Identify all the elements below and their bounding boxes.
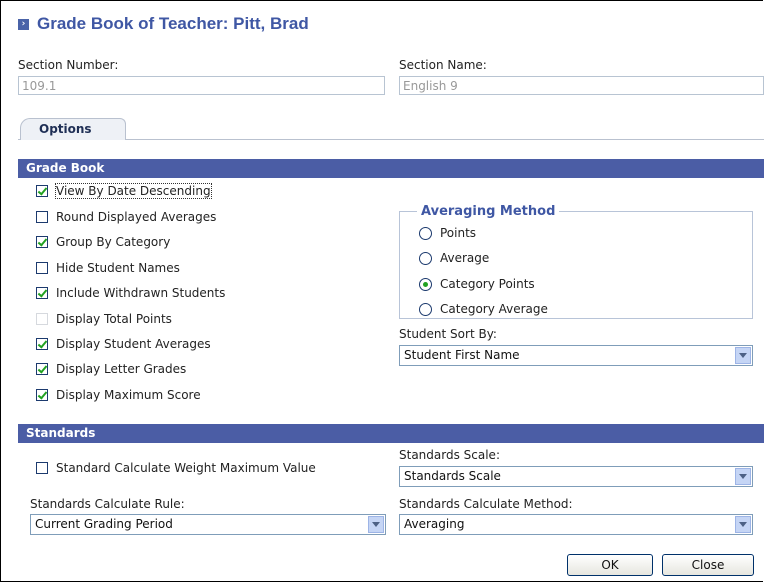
averaging-option-radio[interactable] bbox=[419, 302, 432, 316]
averaging-option-radio[interactable] bbox=[419, 251, 432, 265]
averaging-option-label: Points bbox=[440, 226, 477, 240]
averaging-option[interactable]: Category Average bbox=[419, 301, 548, 317]
gradebook-option-label: Round Displayed Averages bbox=[56, 210, 217, 224]
student-sort-value: Student First Name bbox=[404, 348, 520, 362]
standards-method-select[interactable]: Averaging bbox=[399, 514, 753, 535]
standards-method-value: Averaging bbox=[404, 517, 465, 531]
gradebook-option-checkbox[interactable] bbox=[36, 262, 48, 274]
chevron-down-icon[interactable] bbox=[368, 516, 384, 533]
standards-scale-select[interactable]: Standards Scale bbox=[399, 466, 753, 487]
averaging-option-radio[interactable] bbox=[419, 226, 432, 240]
gradebook-option[interactable]: Group By Category bbox=[36, 234, 170, 250]
chevron-down-icon[interactable] bbox=[735, 347, 751, 364]
averaging-method-legend: Averaging Method bbox=[421, 204, 556, 219]
averaging-option-label: Average bbox=[440, 251, 490, 265]
standards-section-header: Standards bbox=[18, 424, 764, 443]
gradebook-option-checkbox[interactable] bbox=[36, 185, 48, 197]
standards-rule-select[interactable]: Current Grading Period bbox=[30, 514, 386, 535]
chevron-down-icon[interactable] bbox=[735, 468, 751, 485]
section-name-label: Section Name: bbox=[399, 58, 487, 72]
averaging-option-label: Category Average bbox=[440, 302, 548, 316]
gradebook-option[interactable]: Display Student Averages bbox=[36, 336, 211, 352]
standards-scale-value: Standards Scale bbox=[404, 469, 501, 483]
gradebook-option-label: Display Total Points bbox=[56, 312, 172, 326]
averaging-option-label: Category Points bbox=[440, 277, 535, 291]
standards-method-label: Standards Calculate Method: bbox=[399, 497, 573, 511]
gradebook-option-checkbox[interactable] bbox=[36, 389, 48, 401]
section-number-label: Section Number: bbox=[18, 58, 119, 72]
section-name-field[interactable]: English 9 bbox=[399, 76, 764, 95]
gradebook-option-checkbox[interactable] bbox=[36, 363, 48, 375]
tab-strip-line bbox=[18, 139, 764, 140]
gradebook-option[interactable]: View By Date Descending bbox=[36, 183, 212, 199]
student-sort-label: Student Sort By: bbox=[399, 327, 497, 341]
page-title: Grade Book of Teacher: Pitt, Brad bbox=[37, 14, 309, 33]
gradebook-option-label: View By Date Descending bbox=[55, 183, 212, 199]
standard-weight-label: Standard Calculate Weight Maximum Value bbox=[56, 461, 316, 475]
ok-button[interactable]: OK bbox=[567, 554, 653, 576]
gradebook-option[interactable]: Display Letter Grades bbox=[36, 361, 186, 377]
gradebook-section-header: Grade Book bbox=[18, 159, 764, 178]
gradebook-option-label: Group By Category bbox=[56, 235, 171, 249]
gradebook-option-label: Display Letter Grades bbox=[56, 362, 187, 376]
averaging-option-radio[interactable] bbox=[419, 277, 432, 291]
gradebook-option[interactable]: Hide Student Names bbox=[36, 260, 180, 276]
gradebook-option[interactable]: Include Withdrawn Students bbox=[36, 285, 225, 301]
gradebook-option-checkbox[interactable] bbox=[36, 211, 48, 223]
tab-options[interactable]: Options bbox=[20, 118, 126, 140]
standards-scale-label: Standards Scale: bbox=[399, 448, 500, 462]
student-sort-select[interactable]: Student First Name bbox=[399, 345, 753, 366]
averaging-option[interactable]: Points bbox=[419, 225, 476, 241]
gradebook-option-checkbox[interactable] bbox=[36, 236, 48, 248]
close-button[interactable]: Close bbox=[662, 554, 754, 576]
chevron-down-icon[interactable] bbox=[735, 516, 751, 533]
collapse-arrow-icon[interactable]: › bbox=[18, 18, 29, 30]
averaging-option[interactable]: Average bbox=[419, 250, 489, 266]
gradebook-option[interactable]: Round Displayed Averages bbox=[36, 209, 216, 225]
gradebook-option[interactable]: Display Total Points bbox=[36, 311, 172, 327]
standard-weight-option[interactable]: Standard Calculate Weight Maximum Value bbox=[36, 460, 316, 476]
gradebook-option-checkbox[interactable] bbox=[36, 287, 48, 299]
gradebook-option-label: Display Maximum Score bbox=[56, 388, 201, 402]
gradebook-option-checkbox bbox=[36, 313, 48, 325]
standards-rule-value: Current Grading Period bbox=[35, 517, 173, 531]
standard-weight-checkbox[interactable] bbox=[36, 462, 48, 474]
gradebook-option-label: Display Student Averages bbox=[56, 337, 211, 351]
section-number-field[interactable]: 109.1 bbox=[18, 76, 385, 95]
gradebook-option-checkbox[interactable] bbox=[36, 338, 48, 350]
standards-rule-label: Standards Calculate Rule: bbox=[30, 497, 185, 511]
gradebook-option-label: Hide Student Names bbox=[56, 261, 180, 275]
gradebook-option[interactable]: Display Maximum Score bbox=[36, 387, 201, 403]
dialog-title: › Grade Book of Teacher: Pitt, Brad bbox=[18, 14, 309, 34]
gradebook-option-label: Include Withdrawn Students bbox=[56, 286, 226, 300]
averaging-option[interactable]: Category Points bbox=[419, 276, 535, 292]
tab-options-label: Options bbox=[39, 122, 92, 136]
